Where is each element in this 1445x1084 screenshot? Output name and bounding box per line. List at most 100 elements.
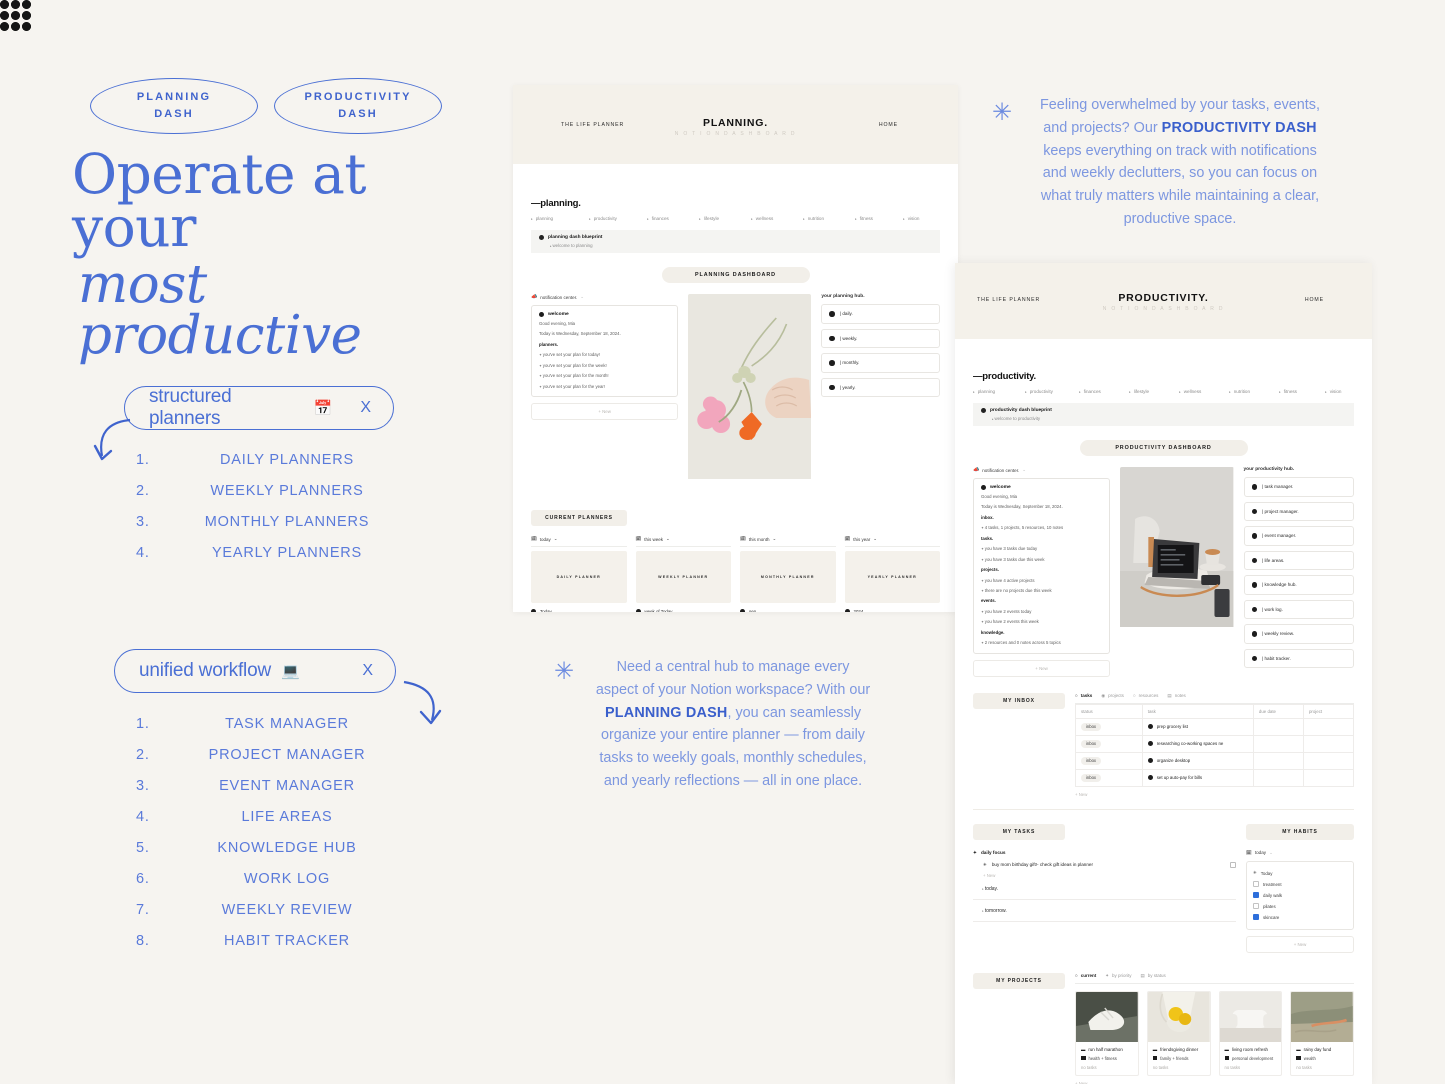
- hub-item-work-log[interactable]: | work log.: [1243, 599, 1354, 619]
- nav-item-lifestyle[interactable]: lifestyle: [1129, 389, 1179, 394]
- column-project[interactable]: project: [1302, 703, 1355, 719]
- chevron-down-icon[interactable]: ⌄: [554, 536, 558, 542]
- hub-item-habit-tracker[interactable]: | habit tracker.: [1243, 648, 1354, 668]
- nav-item-fitness[interactable]: fitness: [1279, 389, 1325, 394]
- habit-row-skincare[interactable]: skincare: [1253, 912, 1347, 923]
- hub-item-yearly[interactable]: | yearly.: [821, 377, 940, 397]
- planning-dashboard-mockup[interactable]: THE LIFE PLANNER PLANNING. N O T I O N D…: [513, 85, 958, 612]
- tag-structured-planners[interactable]: structured planners 📅 X: [124, 386, 394, 430]
- tab-tasks[interactable]: ○ tasks: [1075, 693, 1092, 699]
- habit-checkbox[interactable]: [1253, 914, 1259, 921]
- column-due-date[interactable]: due date: [1252, 703, 1304, 719]
- table-row[interactable]: inbox prep grocery list: [1075, 717, 1355, 736]
- pill-productivity-dash[interactable]: PRODUCTIVITY DASH: [274, 78, 442, 134]
- habits-new-button[interactable]: + New: [1246, 935, 1354, 953]
- hub-item-weekly[interactable]: | weekly.: [821, 328, 940, 348]
- table-row[interactable]: inbox organize desktop: [1075, 751, 1355, 770]
- circle-icon: ○: [1132, 693, 1136, 699]
- notification-new-button[interactable]: + New: [531, 403, 679, 421]
- list-number: 3.: [136, 778, 150, 794]
- hub-item-project-manager[interactable]: | project manager.: [1243, 501, 1354, 521]
- planner-card-this-month[interactable]: 🗓this month⌄ MONTHLY PLANNER sep + New: [740, 536, 836, 612]
- hub-item-monthly[interactable]: | monthly.: [821, 353, 940, 373]
- habit-row-daily-walk[interactable]: daily walk: [1253, 890, 1347, 901]
- habit-checkbox[interactable]: [1253, 892, 1259, 899]
- tab-notes[interactable]: ▤ notes: [1167, 693, 1185, 699]
- nav-item-planning[interactable]: planning: [531, 216, 589, 221]
- habit-checkbox[interactable]: [1253, 881, 1259, 888]
- tab-by-priority[interactable]: ✦ by priority: [1105, 973, 1131, 979]
- project-card-living-room-refresh[interactable]: ▬ living room refresh personal developmen…: [1218, 990, 1283, 1076]
- chevron-down-icon[interactable]: ⌄: [772, 536, 776, 542]
- planner-card-this-week[interactable]: 🗓 this week ⌄ WEEKLY PLANNER week of Today…: [635, 536, 731, 612]
- tab-resources[interactable]: ○ resources: [1133, 693, 1158, 699]
- habit-row-treatment[interactable]: treatment: [1253, 879, 1347, 890]
- notification-center-label[interactable]: 📣 notification center. ⌄: [973, 467, 1110, 473]
- planner-card-today[interactable]: 🗓today⌄ DAILY PLANNER Today + New: [531, 536, 627, 612]
- list-label: TASK MANAGER: [225, 716, 349, 732]
- hub-item-life-areas[interactable]: | life areas.: [1243, 550, 1354, 570]
- chevron-down-icon[interactable]: ⌄: [873, 536, 877, 542]
- nav-item-wellness[interactable]: wellness: [751, 216, 803, 221]
- project-tag-row: wealth: [1296, 1056, 1348, 1061]
- blueprint-subtitle[interactable]: welcome to productivity: [992, 416, 1346, 421]
- nav-item-vision[interactable]: vision: [1325, 389, 1342, 394]
- inbox-new-button[interactable]: + New: [1075, 787, 1354, 797]
- task-group-tomorrow[interactable]: tomorrow.: [973, 900, 1236, 922]
- productivity-dashboard-mockup[interactable]: THE LIFE PLANNER PRODUCTIVITY. N O T I O…: [955, 263, 1372, 1084]
- chevron-down-icon[interactable]: ⌄: [1022, 467, 1026, 473]
- project-card-run-half-marathon[interactable]: ▬ run half marathon health + fitness no t…: [1075, 990, 1139, 1076]
- table-row[interactable]: inbox researching co-working spaces ne: [1075, 734, 1355, 753]
- hub-item-weekly-review[interactable]: | weekly review.: [1243, 624, 1354, 644]
- habit-checkbox[interactable]: [1253, 903, 1259, 910]
- habit-label: daily walk: [1263, 892, 1283, 898]
- planning-blueprint-block[interactable]: planning dash blueprint welcome to plann…: [531, 230, 940, 253]
- project-card-rainy-day-fund[interactable]: ▬ rainy day fund wealth no tasks: [1290, 990, 1354, 1076]
- column-task[interactable]: task: [1141, 703, 1254, 719]
- notification-center-label[interactable]: 📣 notification center. ⌄: [531, 294, 678, 300]
- hub-item-knowledge-hub[interactable]: | knowledge hub.: [1243, 575, 1354, 595]
- close-icon[interactable]: X: [342, 399, 371, 417]
- tab-current[interactable]: ○ current: [1075, 973, 1096, 979]
- pill-planning-dash[interactable]: PLANNING DASH: [90, 78, 258, 134]
- blueprint-subtitle[interactable]: welcome to planning: [550, 243, 932, 248]
- nav-item-lifestyle[interactable]: lifestyle: [699, 216, 751, 221]
- hub-item-daily[interactable]: | daily.: [821, 304, 940, 324]
- tasks-new-button[interactable]: + New: [983, 868, 1236, 878]
- column-status[interactable]: status: [1075, 703, 1143, 719]
- habit-row-pilates[interactable]: pilates: [1253, 901, 1347, 912]
- nav-item-finances[interactable]: finances: [647, 216, 699, 221]
- planner-card-this-year[interactable]: 🗓this year⌄ YEARLY PLANNER 2024 + New: [844, 536, 940, 612]
- task-checkbox[interactable]: [1230, 861, 1236, 868]
- tag-unified-workflow[interactable]: unified workflow 💻 X: [114, 649, 396, 693]
- home-link[interactable]: HOME: [1305, 297, 1324, 303]
- nav-item-planning[interactable]: planning: [973, 389, 1025, 394]
- close-icon[interactable]: X: [344, 662, 373, 680]
- hub-item-event-manager[interactable]: | event manager.: [1243, 526, 1354, 546]
- habits-view-selector[interactable]: 🗓 today ⌄: [1246, 850, 1354, 856]
- planning-hub-column: your planning hub. | daily. | weekly. | …: [821, 294, 940, 484]
- nav-item-productivity[interactable]: productivity: [1025, 389, 1079, 394]
- project-card-friendsgiving-dinner[interactable]: ▬ friendsgiving dinner family + friends n…: [1146, 990, 1211, 1076]
- productivity-blueprint-block[interactable]: productivity dash blueprint welcome to p…: [973, 403, 1354, 426]
- notification-new-button[interactable]: + New: [973, 659, 1111, 677]
- bullet-dot-icon: [844, 609, 850, 612]
- task-group-today[interactable]: today.: [973, 878, 1236, 900]
- chevron-down-icon[interactable]: ⌄: [666, 536, 670, 542]
- nav-item-wellness[interactable]: wellness: [1179, 389, 1229, 394]
- nav-item-vision[interactable]: vision: [903, 216, 920, 221]
- nav-item-nutrition[interactable]: nutrition: [803, 216, 855, 221]
- nav-item-nutrition[interactable]: nutrition: [1229, 389, 1279, 394]
- nav-item-finances[interactable]: finances: [1079, 389, 1129, 394]
- nav-item-fitness[interactable]: fitness: [855, 216, 903, 221]
- home-link[interactable]: HOME: [879, 122, 898, 128]
- hub-item-task-manager[interactable]: | task manager.: [1243, 477, 1354, 497]
- tab-projects[interactable]: ◉ projects: [1101, 693, 1124, 699]
- chevron-down-icon[interactable]: ⌄: [1269, 850, 1273, 856]
- bullet-dot-icon: [981, 485, 986, 490]
- projects-new-button[interactable]: + New: [1075, 1076, 1354, 1084]
- chevron-down-icon[interactable]: ⌄: [580, 294, 584, 300]
- table-row[interactable]: inbox set up auto-pay for bills: [1075, 768, 1355, 787]
- tab-by-status[interactable]: ▤ by status: [1141, 973, 1166, 979]
- nav-item-productivity[interactable]: productivity: [589, 216, 647, 221]
